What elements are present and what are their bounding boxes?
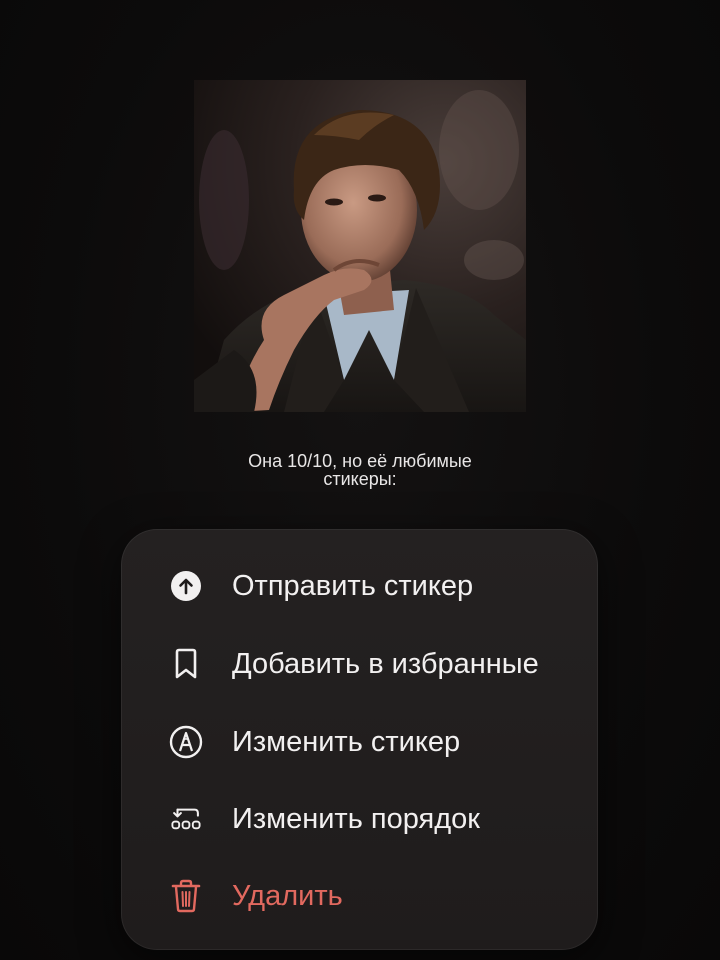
sticker-photo[interactable] <box>194 80 526 412</box>
send-arrow-up-icon <box>169 569 203 603</box>
send-sticker-menu-item[interactable]: Отправить стикер <box>121 554 598 618</box>
add-to-favorites-label: Добавить в избранные <box>232 647 539 680</box>
delete-menu-item[interactable]: Удалить <box>121 864 598 928</box>
reorder-label: Изменить порядок <box>232 802 480 835</box>
caption-line-1: Она 10/10, но её любимые <box>248 451 472 471</box>
delete-label: Удалить <box>232 879 343 912</box>
send-sticker-label: Отправить стикер <box>232 569 474 602</box>
context-menu: Отправить стикер Добавить в избранные Из… <box>121 529 598 950</box>
portrait-image <box>194 80 526 412</box>
edit-sticker-label: Изменить стикер <box>232 725 461 758</box>
reorder-menu-item[interactable]: Изменить порядок <box>121 787 598 851</box>
caption-line-2: стикеры: <box>323 469 397 489</box>
add-to-favorites-menu-item[interactable]: Добавить в избранные <box>121 632 598 696</box>
screen: Она 10/10, но её любимые стикеры: Отправ… <box>0 0 720 960</box>
sticker-caption: Она 10/10, но её любимые стикеры: <box>160 452 560 488</box>
bookmark-icon <box>169 647 203 681</box>
edit-sticker-menu-item[interactable]: Изменить стикер <box>121 710 598 774</box>
reorder-icon <box>169 802 203 836</box>
trash-icon <box>169 879 203 913</box>
edit-pen-circle-icon <box>169 725 203 759</box>
